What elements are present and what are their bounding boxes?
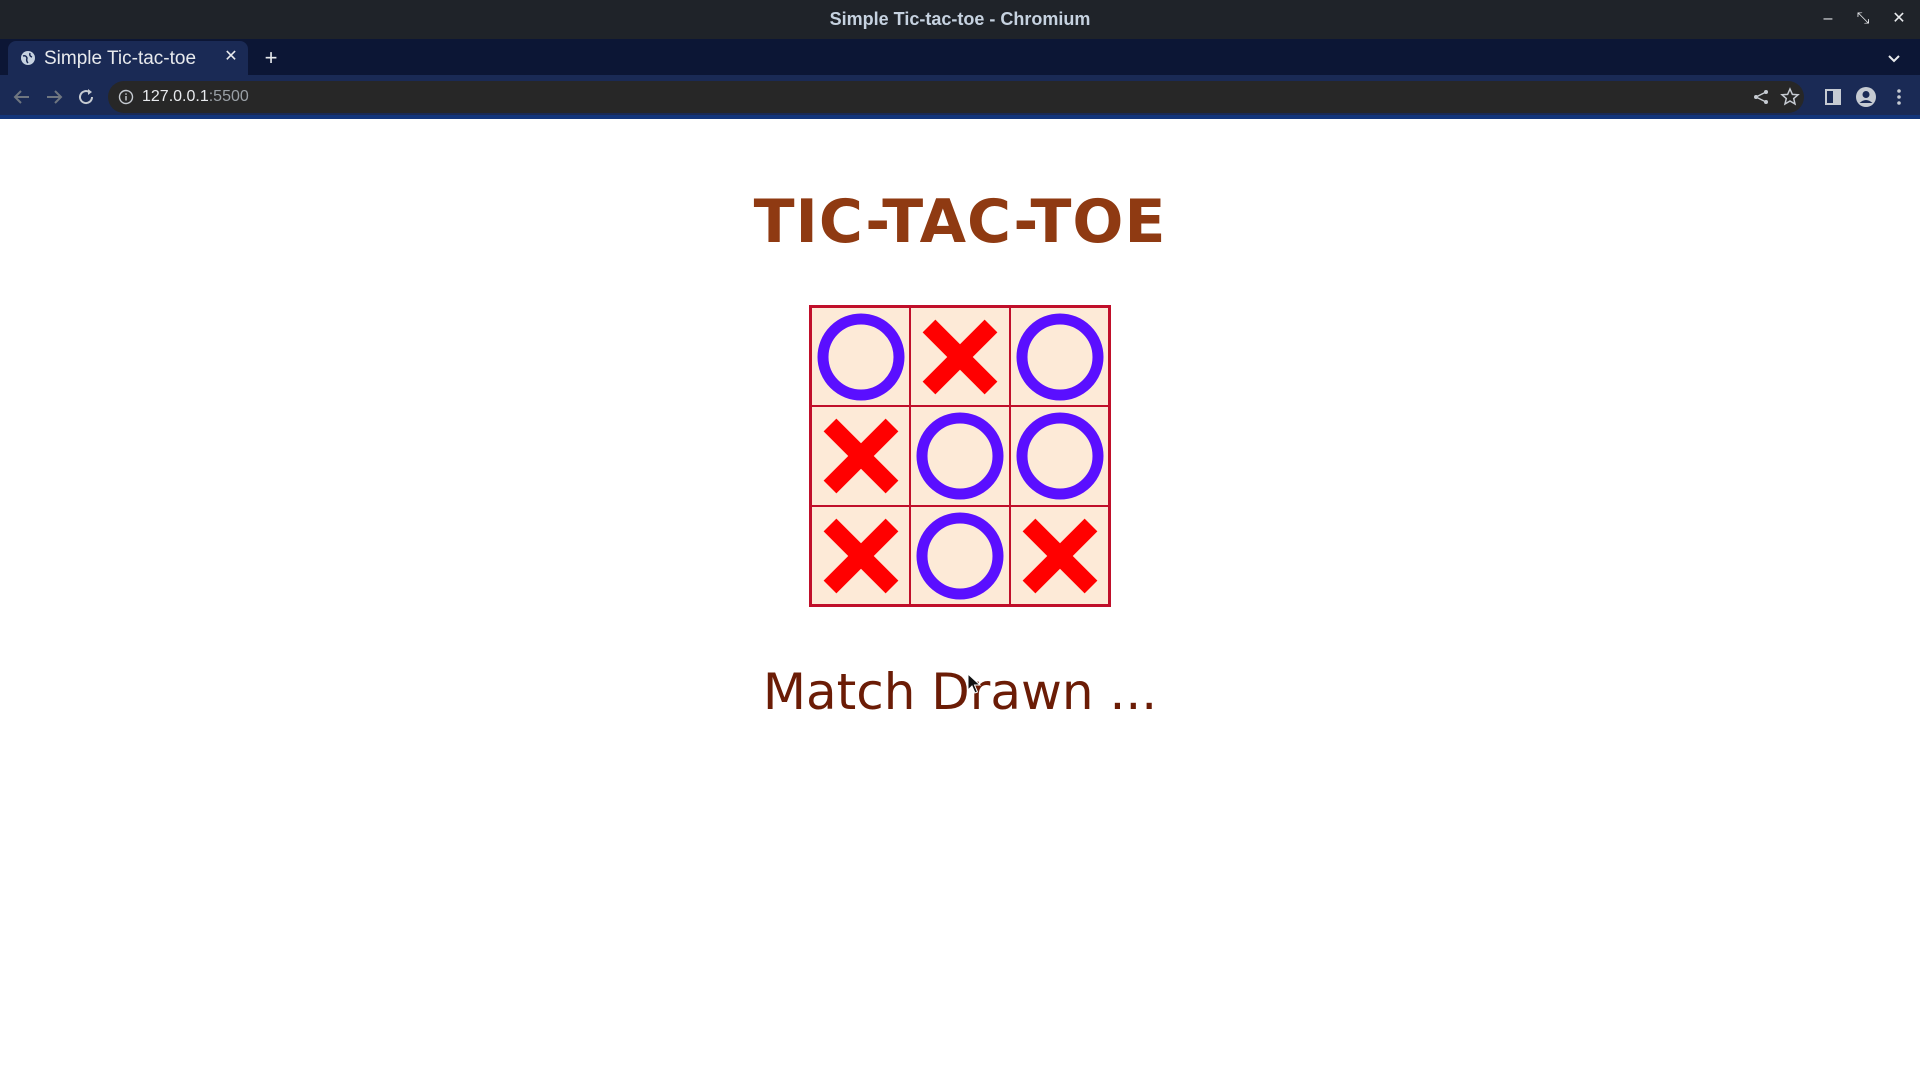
x-mark-icon — [922, 319, 998, 395]
board-cell-0-0[interactable] — [811, 307, 911, 407]
globe-icon — [21, 51, 35, 65]
board-cell-1-1[interactable] — [910, 406, 1010, 506]
reload-icon[interactable] — [74, 85, 98, 109]
menu-kebab-icon[interactable] — [1888, 86, 1910, 108]
o-mark-icon — [817, 313, 905, 401]
board-cell-2-0[interactable] — [811, 505, 911, 605]
forward-icon[interactable] — [42, 85, 66, 109]
o-mark-icon — [916, 512, 1004, 600]
board-cell-2-1[interactable] — [910, 505, 1010, 605]
x-mark-icon — [823, 418, 899, 494]
window-title: Simple Tic-tac-toe - Chromium — [829, 9, 1091, 29]
tab-close-icon[interactable]: ✕ — [222, 47, 240, 67]
page-title: TIC-TAC-TOE — [753, 187, 1167, 257]
board-cell-0-1[interactable] — [910, 307, 1010, 407]
game-status-message: Match Drawn ... — [762, 663, 1158, 721]
new-tab-icon[interactable]: + — [258, 45, 284, 71]
board-cell-1-0[interactable] — [811, 406, 911, 506]
board-cell-0-2[interactable] — [1009, 307, 1109, 407]
info-icon[interactable] — [118, 89, 134, 105]
tab-title: Simple Tic-tac-toe — [44, 48, 197, 69]
x-mark-icon — [1022, 518, 1098, 594]
o-mark-icon — [1016, 412, 1104, 500]
url-host: 127.0.0.1 — [142, 88, 209, 105]
bookmark-star-icon[interactable] — [1780, 87, 1800, 107]
minimize-icon[interactable]: – — [1817, 8, 1839, 30]
tab-active[interactable]: Simple Tic-tac-toe ✕ — [8, 41, 248, 75]
game-board — [809, 305, 1111, 607]
chevron-down-icon[interactable] — [1882, 46, 1906, 70]
x-mark-icon — [823, 518, 899, 594]
profile-avatar-icon[interactable] — [1855, 86, 1877, 108]
back-icon[interactable] — [10, 85, 34, 109]
side-panel-icon[interactable] — [1822, 86, 1844, 108]
url-port: :5500 — [208, 88, 249, 105]
tab-strip: Simple Tic-tac-toe ✕ — [0, 39, 1920, 75]
board-cell-1-2[interactable] — [1009, 406, 1109, 506]
browser-toolbar: 127.0.0.1:5500 — [0, 75, 1920, 119]
o-mark-icon — [1016, 313, 1104, 401]
mouse-cursor-icon — [967, 673, 981, 694]
url-text[interactable]: 127.0.0.1:5500 — [142, 88, 249, 106]
share-icon[interactable] — [1752, 88, 1770, 106]
address-bar[interactable]: 127.0.0.1:5500 — [108, 81, 1804, 113]
o-mark-icon — [916, 412, 1004, 500]
restore-icon[interactable]: ⤡ — [1852, 8, 1874, 30]
board-cell-2-2[interactable] — [1009, 505, 1109, 605]
window-titlebar: Simple Tic-tac-toe - Chromium – ⤡ ✕ — [0, 0, 1920, 39]
close-window-icon[interactable]: ✕ — [1888, 8, 1910, 30]
